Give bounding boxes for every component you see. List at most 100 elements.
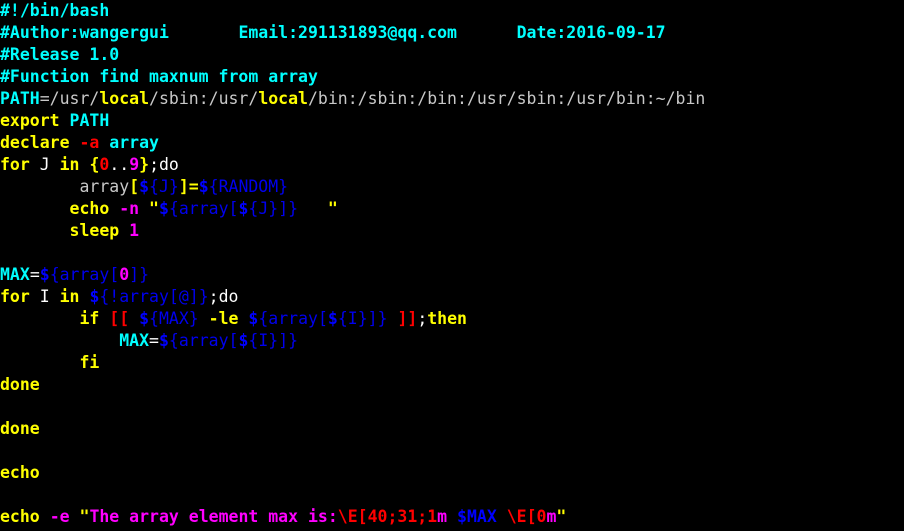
code-token: ;do <box>208 287 239 306</box>
code-line: #Author:wangergui Email:291131893@qq.com… <box>0 22 904 44</box>
code-token: if <box>79 309 100 328</box>
code-token: echo <box>0 463 40 482</box>
code-line: echo -e "The array element max is:\E[40;… <box>0 506 904 528</box>
code-token: $MAX <box>457 507 497 526</box>
code-line: echo <box>0 462 904 484</box>
code-line: for J in {0..9};do <box>0 154 904 176</box>
code-line: MAX=${array[${I}]} <box>0 330 904 352</box>
code-token: {array[ <box>168 199 239 218</box>
code-line: #Release 1.0 <box>0 44 904 66</box>
code-token: $ <box>238 199 249 218</box>
code-token: $ <box>139 309 150 328</box>
code-token: done <box>0 375 40 394</box>
code-token: $ <box>158 199 169 218</box>
code-token: sleep <box>69 221 120 240</box>
code-line: for I in ${!array[@]};do <box>0 286 904 308</box>
code-token: echo <box>0 507 40 526</box>
code-token: { <box>89 155 100 174</box>
code-token: The array element max is: <box>89 507 338 526</box>
code-token: local <box>99 89 150 108</box>
code-token: $ <box>39 265 50 284</box>
code-token: PATH <box>69 111 110 130</box>
code-token: $ <box>238 331 249 350</box>
code-token: done <box>0 419 40 438</box>
code-line: done <box>0 374 904 396</box>
code-token: {array[ <box>49 265 120 284</box>
code-token: array <box>0 177 130 196</box>
code-token: " <box>79 507 90 526</box>
code-token: " <box>556 507 567 526</box>
code-token: = <box>149 331 159 350</box>
code-token: {I}]} <box>337 309 388 328</box>
code-token: array <box>109 133 159 152</box>
code-token: \E[0 <box>506 507 547 526</box>
code-token: fi <box>79 353 100 372</box>
code-token: {MAX} <box>149 309 199 328</box>
code-line: fi <box>0 352 904 374</box>
code-token: = <box>188 177 199 196</box>
code-line: sleep 1 <box>0 220 904 242</box>
code-token: $ <box>198 177 209 196</box>
code-token: ]} <box>129 265 150 284</box>
code-token: in <box>59 287 80 306</box>
code-editor-pane[interactable]: #!/bin/bash #Author:wangergui Email:29113… <box>0 0 904 531</box>
code-token: ;do <box>149 155 179 174</box>
code-token: " <box>327 199 338 218</box>
code-token: {!array[@]} <box>99 287 209 306</box>
code-line: array[${J}]=${RANDOM} <box>0 176 904 198</box>
code-token: MAX <box>0 265 30 284</box>
code-line: declare -a array <box>0 132 904 154</box>
code-line: MAX=${array[0]} <box>0 264 904 286</box>
code-line: done <box>0 418 904 440</box>
code-token: m <box>437 507 448 526</box>
code-token: -e <box>49 507 70 526</box>
code-token: 0 <box>99 155 110 174</box>
code-token: .. <box>109 155 130 174</box>
code-token: $ <box>89 287 100 306</box>
code-token: declare <box>0 133 70 152</box>
code-token: } <box>139 155 150 174</box>
code-token: $ <box>158 331 169 350</box>
code-token: -a <box>79 133 100 152</box>
code-token: -n <box>119 199 140 218</box>
code-token: ]] <box>397 309 418 328</box>
code-token: 9 <box>129 155 140 174</box>
code-token: for <box>0 155 30 174</box>
code-token: echo <box>69 199 110 218</box>
code-token: ; <box>417 309 428 328</box>
code-token: {I}]} <box>248 331 299 350</box>
code-token: for <box>0 287 30 306</box>
code-token: Email:291131893@qq.com <box>238 23 457 42</box>
code-token: [ <box>129 177 140 196</box>
code-token: 1 <box>129 221 140 240</box>
code-token: \E[40;31;1 <box>337 507 438 526</box>
code-token: m <box>546 507 557 526</box>
code-token: ] <box>178 177 189 196</box>
code-line: #!/bin/bash <box>0 0 904 22</box>
code-token: #!/bin/bash <box>0 1 110 20</box>
code-token: = <box>29 265 40 284</box>
code-token: " <box>149 199 159 218</box>
code-token: {array[ <box>168 331 239 350</box>
code-line: if [[ ${MAX} -le ${array[${I}]} ]];then <box>0 308 904 330</box>
